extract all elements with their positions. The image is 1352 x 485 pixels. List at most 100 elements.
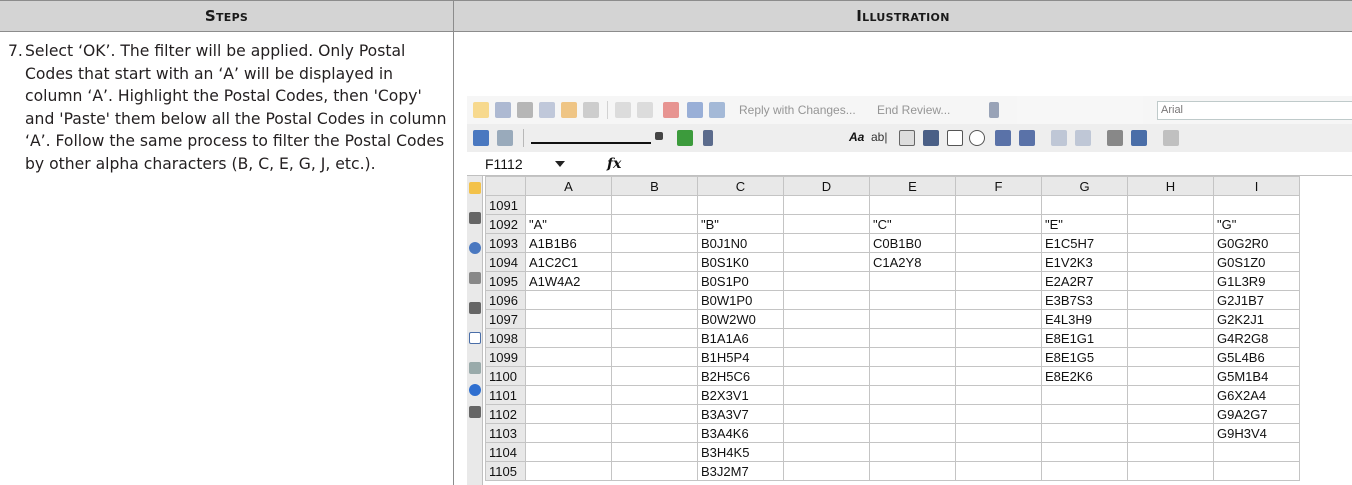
- grid-cell[interactable]: [783, 442, 870, 462]
- grid-cell[interactable]: [783, 328, 870, 348]
- grid-cell[interactable]: E8E1G5: [1041, 347, 1128, 367]
- grid-cell[interactable]: [525, 404, 612, 424]
- grid-cell[interactable]: A1C2C1: [525, 252, 612, 272]
- grid-cell[interactable]: [783, 347, 870, 367]
- grid-cell[interactable]: [611, 290, 698, 310]
- grid-cell[interactable]: [783, 309, 870, 329]
- grid-cell[interactable]: [1127, 404, 1214, 424]
- grid-cell[interactable]: [783, 423, 870, 443]
- grid-cell[interactable]: [783, 233, 870, 253]
- grid-cell[interactable]: G4R2G8: [1213, 328, 1300, 348]
- grid-cell[interactable]: [783, 252, 870, 272]
- grid-cell[interactable]: E1V2K3: [1041, 252, 1128, 272]
- grid-cell[interactable]: [1041, 442, 1128, 462]
- grid-cell[interactable]: B0S1K0: [697, 252, 784, 272]
- grid-cell[interactable]: [955, 290, 1042, 310]
- font-name-field[interactable]: Arial: [1157, 101, 1352, 120]
- grid-cell[interactable]: [525, 347, 612, 367]
- grid-cell[interactable]: [611, 404, 698, 424]
- grid-cell[interactable]: G5M1B4: [1213, 366, 1300, 386]
- column-header-i[interactable]: I: [1213, 176, 1300, 196]
- grid-cell[interactable]: G0G2R0: [1213, 233, 1300, 253]
- grid-cell[interactable]: [1041, 423, 1128, 443]
- grid-cell[interactable]: [1127, 290, 1214, 310]
- grid-cell[interactable]: [1127, 309, 1214, 329]
- grid-cell[interactable]: [955, 347, 1042, 367]
- column-header-a[interactable]: A: [525, 176, 612, 196]
- grid-cell[interactable]: A1B1B6: [525, 233, 612, 253]
- grid-cell[interactable]: C1A2Y8: [869, 252, 956, 272]
- name-box-dropdown-icon[interactable]: [555, 161, 565, 167]
- grid-cell[interactable]: [783, 366, 870, 386]
- row-header[interactable]: 1103: [485, 423, 526, 443]
- line-style-dropdown[interactable]: [531, 132, 651, 144]
- grid-cell[interactable]: [611, 328, 698, 348]
- grid-cell[interactable]: [525, 309, 612, 329]
- grid-cell[interactable]: [869, 195, 956, 215]
- grid-cell[interactable]: [525, 366, 612, 386]
- grid-cell[interactable]: E1C5H7: [1041, 233, 1128, 253]
- grid-cell[interactable]: B0S1P0: [697, 271, 784, 291]
- grid-cell[interactable]: [611, 271, 698, 291]
- grid-cell[interactable]: B0W2W0: [697, 309, 784, 329]
- grid-cell[interactable]: [955, 214, 1042, 234]
- grid-cell[interactable]: [955, 423, 1042, 443]
- grid-cell[interactable]: G2J1B7: [1213, 290, 1300, 310]
- grid-cell[interactable]: G1L3R9: [1213, 271, 1300, 291]
- grid-cell[interactable]: B3H4K5: [697, 442, 784, 462]
- grid-cell[interactable]: [783, 461, 870, 481]
- grid-cell[interactable]: [955, 442, 1042, 462]
- grid-cell[interactable]: [525, 461, 612, 481]
- grid-cell[interactable]: [611, 233, 698, 253]
- grid-cell[interactable]: [525, 195, 612, 215]
- grid-cell[interactable]: G9H3V4: [1213, 423, 1300, 443]
- grid-cell[interactable]: [525, 290, 612, 310]
- grid-cell[interactable]: [1127, 233, 1214, 253]
- grid-cell[interactable]: [1127, 366, 1214, 386]
- grid-cell[interactable]: B0W1P0: [697, 290, 784, 310]
- grid-cell[interactable]: [1127, 252, 1214, 272]
- grid-cell[interactable]: B3A3V7: [697, 404, 784, 424]
- grid-cell[interactable]: [1127, 328, 1214, 348]
- grid-cell[interactable]: B2H5C6: [697, 366, 784, 386]
- grid-cell[interactable]: [869, 385, 956, 405]
- grid-cell[interactable]: B3A4K6: [697, 423, 784, 443]
- grid-cell[interactable]: "B": [697, 214, 784, 234]
- column-header-e[interactable]: E: [869, 176, 956, 196]
- grid-cell[interactable]: [1213, 442, 1300, 462]
- grid-cell[interactable]: [525, 423, 612, 443]
- grid-cell[interactable]: B1A1A6: [697, 328, 784, 348]
- reply-with-changes-button[interactable]: Reply with Changes...: [739, 103, 856, 117]
- grid-cell[interactable]: [1127, 347, 1214, 367]
- select-all-corner[interactable]: [485, 176, 526, 196]
- grid-cell[interactable]: [611, 252, 698, 272]
- grid-cell[interactable]: [611, 309, 698, 329]
- grid-cell[interactable]: [1213, 195, 1300, 215]
- grid-cell[interactable]: E3B7S3: [1041, 290, 1128, 310]
- grid-cell[interactable]: [1041, 404, 1128, 424]
- grid-cell[interactable]: "G": [1213, 214, 1300, 234]
- grid-cell[interactable]: B2X3V1: [697, 385, 784, 405]
- grid-cell[interactable]: [869, 461, 956, 481]
- grid-cell[interactable]: E2A2R7: [1041, 271, 1128, 291]
- grid-cell[interactable]: [955, 385, 1042, 405]
- grid-cell[interactable]: [955, 233, 1042, 253]
- grid-cell[interactable]: [955, 252, 1042, 272]
- row-header[interactable]: 1101: [485, 385, 526, 405]
- grid-cell[interactable]: [955, 309, 1042, 329]
- grid-cell[interactable]: "E": [1041, 214, 1128, 234]
- grid-cell[interactable]: [611, 442, 698, 462]
- grid-cell[interactable]: [525, 385, 612, 405]
- column-header-g[interactable]: G: [1041, 176, 1128, 196]
- row-header[interactable]: 1098: [485, 328, 526, 348]
- grid-cell[interactable]: [783, 385, 870, 405]
- row-header[interactable]: 1105: [485, 461, 526, 481]
- grid-cell[interactable]: [1041, 195, 1128, 215]
- grid-cell[interactable]: [1127, 214, 1214, 234]
- end-review-button[interactable]: End Review...: [877, 103, 950, 117]
- row-header[interactable]: 1096: [485, 290, 526, 310]
- grid-cell[interactable]: [783, 404, 870, 424]
- grid-cell[interactable]: G6X2A4: [1213, 385, 1300, 405]
- name-box[interactable]: F1112: [485, 154, 585, 174]
- grid-cell[interactable]: [955, 271, 1042, 291]
